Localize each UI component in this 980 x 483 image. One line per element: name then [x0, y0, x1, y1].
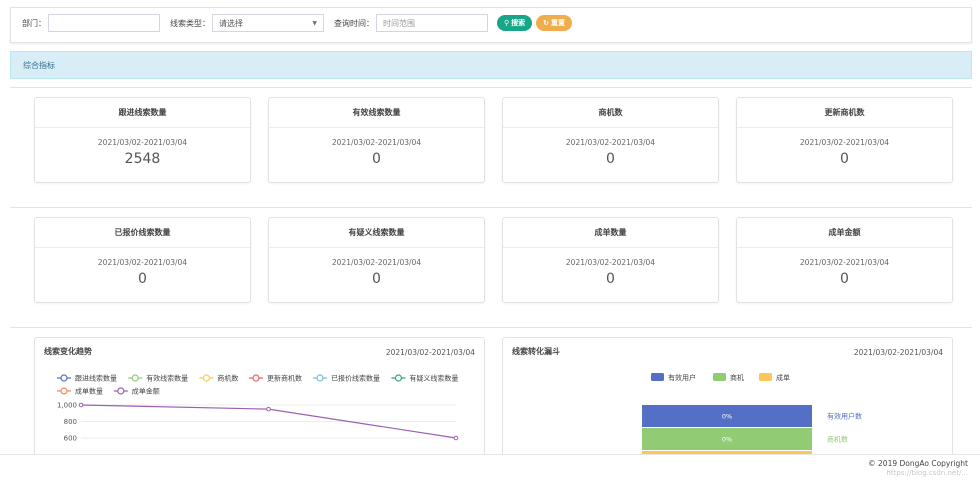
- time-label: 查询时间：: [334, 18, 374, 28]
- card-value: 0: [840, 271, 849, 287]
- divider: [10, 87, 972, 88]
- type-select-value: 请选择: [219, 18, 243, 28]
- data-point: [453, 435, 459, 441]
- card-title: 有疑义线索数量: [269, 218, 484, 248]
- stat-card-valid-leads: 有效线索数量 2021/03/02-2021/03/04 0: [268, 97, 485, 183]
- card-date: 2021/03/02-2021/03/04: [799, 258, 890, 267]
- search-button[interactable]: ⚲ 搜索: [497, 15, 533, 31]
- legend-label: 商机数: [217, 374, 238, 383]
- section-banner: 综合指标: [10, 51, 972, 79]
- card-value: 0: [372, 151, 381, 167]
- y-tick-label: 1,000: [57, 402, 77, 410]
- card-date: 2021/03/02-2021/03/04: [97, 258, 188, 267]
- stat-card-followed-leads: 跟进线索数量 2021/03/02-2021/03/04 2548: [34, 97, 251, 183]
- legend-label: 有效用户: [668, 373, 696, 382]
- funnel-stage-value: 0%: [722, 436, 732, 444]
- legend-swatch: [759, 373, 772, 381]
- card-value: 0: [606, 271, 615, 287]
- legend-label: 商机: [730, 373, 744, 382]
- card-value: 2548: [124, 151, 161, 167]
- reset-button[interactable]: ↻ 重置: [536, 15, 573, 31]
- type-label: 线索类型：: [170, 18, 210, 28]
- legend-marker: [60, 374, 68, 382]
- time-range-input[interactable]: 时间范围: [376, 14, 488, 32]
- refresh-icon: ↻: [543, 19, 550, 27]
- legend-label: 已报价线索数量: [331, 374, 380, 383]
- trend-chart: 跟进线索数量 有效线索数量 商机数 更新商机数 已报价线索数量 有疑义线索数量成单数量 成单…: [57, 374, 459, 443]
- search-icon: ⚲: [504, 19, 510, 27]
- y-tick-label: 600: [64, 435, 77, 443]
- divider: [10, 327, 972, 328]
- card-title: 成单数量: [503, 218, 718, 248]
- data-point: [266, 406, 271, 412]
- card-value: 0: [372, 271, 381, 287]
- copyright-text: © 2019 DongAo Copyright: [868, 459, 968, 468]
- stat-card-opportunities: 商机数 2021/03/02-2021/03/04 0: [502, 97, 719, 183]
- funnel-panel: 线索转化漏斗 2021/03/02-2021/03/04 有效用户 商机 成单 0% 有…: [502, 337, 953, 457]
- card-value: 0: [606, 151, 615, 167]
- card-date: 2021/03/02-2021/03/04: [799, 138, 890, 147]
- card-value: 0: [138, 271, 147, 287]
- stat-card-disputed-leads: 有疑义线索数量 2021/03/02-2021/03/04 0: [268, 217, 485, 303]
- dept-input[interactable]: [48, 14, 160, 32]
- funnel-stage-label: 有效用户数: [827, 412, 862, 421]
- card-date: 2021/03/02-2021/03/04: [565, 138, 656, 147]
- legend-label: 有疑义线索数量: [409, 374, 458, 383]
- reset-button-label: 重置: [551, 19, 566, 27]
- legend-label: 更新商机数: [267, 374, 302, 383]
- legend-marker: [316, 374, 324, 382]
- footer: © 2019 DongAo Copyright https://blog.csd…: [0, 454, 980, 483]
- card-date: 2021/03/02-2021/03/04: [331, 258, 422, 267]
- chevron-down-icon: ▼: [312, 19, 317, 27]
- search-button-label: 搜索: [511, 19, 526, 27]
- stat-card-updated-opportunities: 更新商机数 2021/03/02-2021/03/04 0: [736, 97, 953, 183]
- card-title: 已报价线索数量: [35, 218, 250, 248]
- funnel-stage-label: 商机数: [827, 435, 848, 444]
- card-date: 2021/03/02-2021/03/04: [331, 138, 422, 147]
- card-title: 成单金额: [737, 218, 952, 248]
- trend-panel: 线索变化趋势 2021/03/02-2021/03/04 跟进线索数量 有效线索数…: [34, 337, 485, 457]
- card-title: 跟进线索数量: [35, 98, 250, 128]
- stat-card-quoted-leads: 已报价线索数量 2021/03/02-2021/03/04 0: [34, 217, 251, 303]
- legend-swatch: [651, 373, 664, 381]
- funnel-chart: 有效用户 商机 成单 0% 有效用户数 0% 商机数: [642, 373, 862, 456]
- legend-label: 成单金额: [132, 387, 160, 396]
- watermark-text: https://blog.csdn.net/...: [886, 469, 968, 477]
- card-title: 商机数: [503, 98, 718, 128]
- stat-card-deals-amount: 成单金额 2021/03/02-2021/03/04 0: [736, 217, 953, 303]
- legend-marker: [202, 374, 210, 382]
- y-tick-label: 800: [64, 418, 77, 426]
- legend-marker: [131, 374, 139, 382]
- filter-row: 部门： 线索类型： 请选择 ▼ 查询时间： 时间范围 ⚲ 搜索 ↻ 重置: [22, 14, 573, 32]
- section-title: 综合指标: [23, 60, 55, 70]
- legend-marker: [252, 374, 260, 382]
- card-title: 更新商机数: [737, 98, 952, 128]
- legend-label: 跟进线索数量: [75, 374, 117, 383]
- legend-label: 成单数量: [75, 387, 103, 396]
- card-title: 有效线索数量: [269, 98, 484, 128]
- legend-swatch: [713, 373, 726, 381]
- legend-label: 成单: [776, 373, 790, 382]
- card-date: 2021/03/02-2021/03/04: [97, 138, 188, 147]
- stat-card-deals-count: 成单数量 2021/03/02-2021/03/04 0: [502, 217, 719, 303]
- legend-marker: [394, 374, 402, 382]
- type-select[interactable]: 请选择 ▼: [212, 14, 324, 32]
- funnel-stage-value: 0%: [722, 413, 732, 421]
- data-point: [78, 402, 84, 408]
- card-date: 2021/03/02-2021/03/04: [565, 258, 656, 267]
- card-value: 0: [840, 151, 849, 167]
- legend-marker: [117, 387, 125, 395]
- legend-marker: [60, 387, 68, 395]
- dept-label: 部门：: [22, 18, 46, 28]
- legend-label: 有效线索数量: [146, 374, 188, 383]
- divider: [10, 207, 972, 208]
